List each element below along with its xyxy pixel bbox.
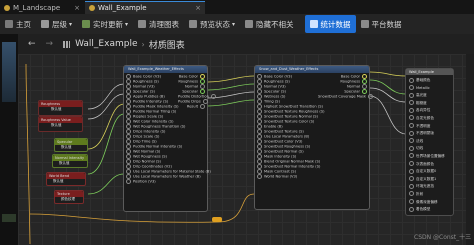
clean-graph-button[interactable]: 清理图表 xyxy=(133,15,184,33)
pin-row: 次表面颜色 xyxy=(407,161,445,169)
clean-graph-icon xyxy=(138,20,147,28)
pin-row: 自定义数据1 xyxy=(407,176,445,184)
platform-stats-label: 平台数据 xyxy=(371,19,402,29)
watermark: CSDN @Const_十三 xyxy=(414,234,472,241)
close-icon[interactable]: × xyxy=(195,4,201,12)
preview-state-icon xyxy=(189,20,198,28)
param-value: 默认值 xyxy=(59,161,70,165)
pin-row: 自定义数据0 xyxy=(407,168,445,176)
tab-label: M_Landscape xyxy=(13,3,61,12)
chevron-down-icon: ▾ xyxy=(232,20,236,28)
live-update-label: 实时更新 xyxy=(93,19,124,29)
vertical-scrollbar[interactable] xyxy=(466,54,474,245)
home-label: 主页 xyxy=(16,19,31,29)
tab-bar: M_Landscape × Wall_Example × xyxy=(0,0,474,14)
chevron-down-icon: ▾ xyxy=(125,20,129,28)
breadcrumb-section[interactable]: 材质图表 xyxy=(149,38,185,51)
node-title: Snow_and_Dust_Weather_Effects xyxy=(255,66,369,73)
toolbar: 主页 层级 ▾ 实时更新 ▾ 清理图表 预览状态 ▾ 隐藏不相关 统计数据 平台… xyxy=(0,14,474,35)
breadcrumb: ← → Wall_Example › 材质图表 xyxy=(18,34,474,54)
param-node[interactable]: Specular 默认值 xyxy=(54,138,88,152)
viewport-preview-strip[interactable] xyxy=(0,34,18,245)
pin-row: 高光度 xyxy=(407,92,445,100)
tab-label: Wall_Example xyxy=(98,4,147,12)
pin-row: Snow/Dust Coverage Mask xyxy=(318,94,373,99)
hide-unrelated-label: 隐藏不相关 xyxy=(256,19,294,29)
pin-row: World Normal (V3) xyxy=(255,174,325,179)
pin-row: Result xyxy=(178,104,207,109)
pin-row: 切线 xyxy=(407,145,445,153)
node-title: Wall_Example_Weather_Effects xyxy=(124,66,207,73)
param-value: 默认值 xyxy=(53,179,64,183)
live-update-icon xyxy=(82,20,91,28)
hierarchy-label: 层级 xyxy=(52,19,67,29)
chevron-down-icon: ▾ xyxy=(69,20,73,28)
pin-row: 折射 xyxy=(407,191,445,199)
pin-row: 着色模型 xyxy=(407,206,445,214)
reroute-node[interactable] xyxy=(212,217,222,222)
tab-wall-example[interactable]: Wall_Example × xyxy=(85,1,205,14)
node2-left-pins: Base Color (V3) Roughness (S) Normal (V3… xyxy=(255,74,325,179)
param-node[interactable]: Texture 颜色纹理 xyxy=(54,190,84,204)
pin-row: 粗糙度 xyxy=(407,100,445,108)
node-title: Wall_Example xyxy=(406,69,453,75)
home-icon xyxy=(5,20,13,28)
hide-unrelated-icon xyxy=(245,20,254,28)
close-icon[interactable]: × xyxy=(74,4,80,12)
node1-right-pins: Base Color Roughness Normal Specular Pud… xyxy=(178,74,216,109)
home-button[interactable]: 主页 xyxy=(0,15,36,33)
pin-row: 基础颜色 xyxy=(407,77,445,85)
material-icon xyxy=(4,4,10,11)
hierarchy-button[interactable]: 层级 ▾ xyxy=(36,15,77,33)
pin-row: 各向异性 xyxy=(407,107,445,115)
param-node[interactable]: World Bend 默认值 xyxy=(46,172,86,186)
platform-icon xyxy=(360,20,369,28)
hide-unrelated-button[interactable]: 隐藏不相关 xyxy=(240,15,299,33)
material-icon xyxy=(89,5,95,11)
param-node[interactable]: Roughness Value 默认值 xyxy=(38,116,83,132)
param-value: 颜色纹理 xyxy=(61,197,75,201)
pin-row: 法线 xyxy=(407,138,445,146)
pin-row: 像素深度偏移 xyxy=(407,199,445,207)
param-value: 默认值 xyxy=(51,123,62,127)
pin-row: 不透明度 xyxy=(407,123,445,131)
node2-right-pins: Base Color Roughness Normal Specular Sno… xyxy=(318,74,373,99)
pin-row: 自发光颜色 xyxy=(407,115,445,123)
hierarchy-icon xyxy=(41,20,49,28)
pin-row: 世界场景位置偏移 xyxy=(407,153,445,161)
pin-row: 不透明蒙版 xyxy=(407,130,445,138)
param-value: 默认值 xyxy=(51,107,62,111)
preview-state-button[interactable]: 预览状态 ▾ xyxy=(184,15,240,33)
material-graph-canvas[interactable]: Wall_Example_Weather_Effects Base Color … xyxy=(18,54,474,245)
live-update-button[interactable]: 实时更新 ▾ xyxy=(77,15,133,33)
platform-stats-button[interactable]: 平台数据 xyxy=(356,15,407,33)
param-node[interactable]: Normal Intensity 默认值 xyxy=(52,154,88,168)
pin-row: Metallic xyxy=(407,85,445,93)
preview-state-label: 预览状态 xyxy=(200,19,231,29)
back-icon[interactable]: ← xyxy=(28,39,36,49)
param-value: 默认值 xyxy=(61,145,72,149)
breadcrumb-separator: › xyxy=(141,39,145,49)
stats-label: 统计数据 xyxy=(320,19,351,29)
breadcrumb-asset[interactable]: Wall_Example xyxy=(75,39,137,49)
output-pins: 基础颜色 Metallic 高光度 粗糙度 各向异性 自发光颜色 不透明度 不透… xyxy=(407,77,445,214)
stats-icon xyxy=(309,20,318,28)
tab-m-landscape[interactable]: M_Landscape × xyxy=(0,1,84,14)
param-node[interactable]: Roughness 默认值 xyxy=(38,100,83,116)
stats-button[interactable]: 统计数据 xyxy=(304,15,356,33)
pin-row: Position (V3) xyxy=(124,179,211,184)
grid-icon xyxy=(63,40,71,48)
material-output-node[interactable]: Wall_Example 基础颜色 Metallic 高光度 粗糙度 各向异性 … xyxy=(405,68,454,216)
clean-graph-label: 清理图表 xyxy=(149,19,180,29)
pin-row: 环境光遮挡 xyxy=(407,183,445,191)
forward-icon[interactable]: → xyxy=(46,39,54,49)
